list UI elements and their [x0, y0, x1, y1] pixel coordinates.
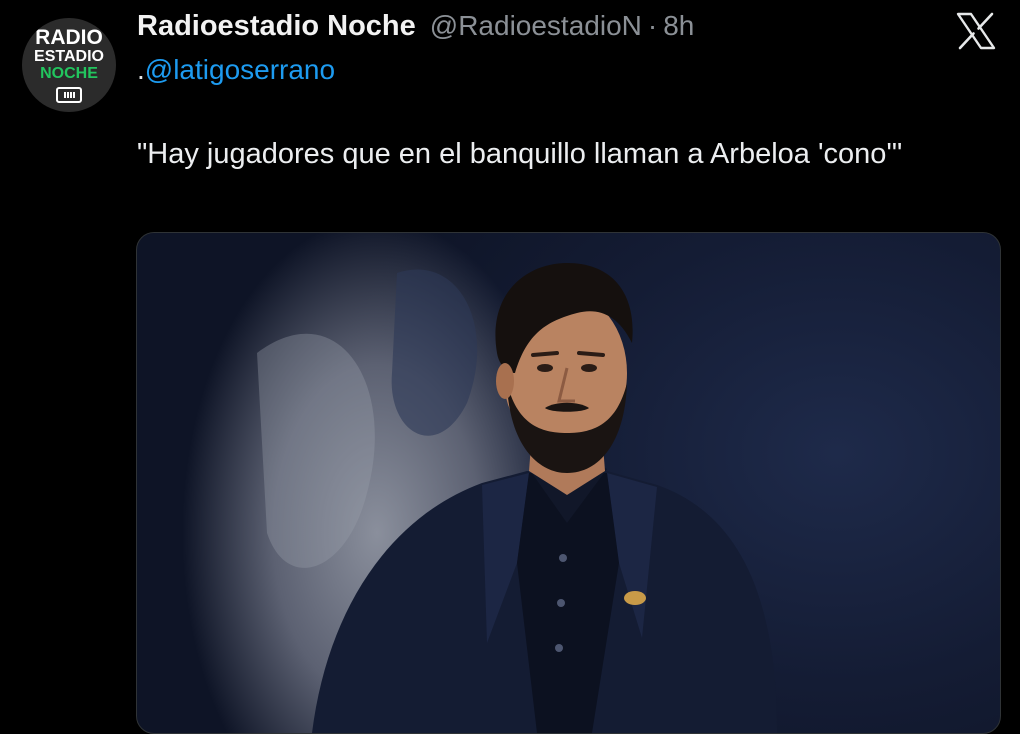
mention-link[interactable]: @latigoserrano: [145, 54, 335, 85]
tweet-photo[interactable]: [136, 232, 1001, 734]
tweet-mention-line: .@latigoserrano: [137, 54, 335, 86]
radio-logo-icon: [56, 87, 82, 103]
person-photo-illustration: [257, 263, 777, 733]
tweet-timestamp[interactable]: 8h: [663, 10, 694, 42]
author-display-name[interactable]: Radioestadio Noche: [137, 10, 416, 43]
avatar-logo-line3: NOCHE: [40, 65, 98, 82]
tweet-text: "Hay jugadores que en el banquillo llama…: [137, 138, 903, 170]
tweet-header: Radioestadio Noche @RadioestadioN · 8h: [137, 10, 694, 44]
avatar-logo-line2: ESTADIO: [34, 48, 104, 65]
x-logo-icon: [956, 12, 996, 50]
avatar[interactable]: RADIO ESTADIO NOCHE: [22, 18, 116, 112]
mention-prefix: .: [137, 54, 145, 85]
author-handle[interactable]: @RadioestadioN: [430, 10, 642, 42]
avatar-logo-line1: RADIO: [35, 26, 103, 49]
tweet-card[interactable]: RADIO ESTADIO NOCHE Radioestadio Noche @…: [0, 0, 1020, 734]
header-separator: ·: [647, 10, 658, 41]
